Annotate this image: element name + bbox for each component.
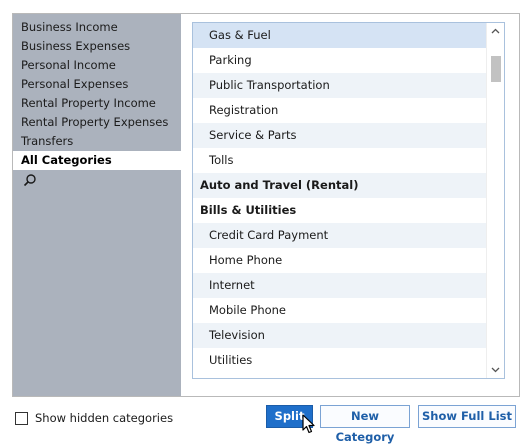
show-hidden-checkbox[interactable]: [15, 411, 28, 425]
category-picker-panel: Business Income Business Expenses Person…: [12, 13, 520, 397]
scroll-up-arrow-icon[interactable]: [487, 23, 504, 40]
show-hidden-label: Show hidden categories: [35, 411, 174, 425]
show-full-list-button[interactable]: Show Full List: [418, 405, 516, 428]
list-category-bills-utilities[interactable]: Bills & Utilities: [193, 198, 504, 223]
new-category-button[interactable]: New Category: [320, 405, 410, 444]
list-category-auto-travel-rental[interactable]: Auto and Travel (Rental): [193, 173, 504, 198]
list-item-gas-fuel[interactable]: Gas & Fuel: [193, 23, 504, 48]
scrollbar-thumb[interactable]: [491, 56, 501, 82]
category-list[interactable]: Gas & Fuel Parking Public Transportation…: [192, 22, 505, 379]
sidebar-item-business-income[interactable]: Business Income: [13, 18, 181, 37]
mouse-pointer-icon: [302, 414, 315, 434]
list-item-television[interactable]: Television: [193, 323, 504, 348]
scroll-down-arrow-icon[interactable]: [487, 361, 504, 378]
search-icon[interactable]: [23, 173, 37, 187]
sidebar-item-business-expenses[interactable]: Business Expenses: [13, 37, 181, 56]
sidebar-item-personal-income[interactable]: Personal Income: [13, 56, 181, 75]
list-item-public-transportation[interactable]: Public Transportation: [193, 73, 504, 98]
list-item-utilities[interactable]: Utilities: [193, 348, 504, 373]
list-item-credit-card-payment[interactable]: Credit Card Payment: [193, 223, 504, 248]
list-item-internet[interactable]: Internet: [193, 273, 504, 298]
sidebar-item-rental-property-expenses[interactable]: Rental Property Expenses: [13, 113, 181, 132]
list-item-tolls[interactable]: Tolls: [193, 148, 504, 173]
category-groups-sidebar: Business Income Business Expenses Person…: [13, 14, 181, 396]
list-item-home-phone[interactable]: Home Phone: [193, 248, 504, 273]
sidebar-item-rental-property-income[interactable]: Rental Property Income: [13, 94, 181, 113]
list-item-registration[interactable]: Registration: [193, 98, 504, 123]
show-hidden-categories-toggle[interactable]: Show hidden categories: [15, 411, 173, 425]
list-item-mobile-phone[interactable]: Mobile Phone: [193, 298, 504, 323]
sidebar-item-transfers[interactable]: Transfers: [13, 132, 181, 151]
sidebar-item-personal-expenses[interactable]: Personal Expenses: [13, 75, 181, 94]
sidebar-item-all-categories[interactable]: All Categories: [13, 151, 181, 170]
list-item-parking[interactable]: Parking: [193, 48, 504, 73]
list-scrollbar[interactable]: [486, 23, 504, 378]
category-list-panel: Gas & Fuel Parking Public Transportation…: [181, 14, 519, 396]
list-item-service-parts[interactable]: Service & Parts: [193, 123, 504, 148]
